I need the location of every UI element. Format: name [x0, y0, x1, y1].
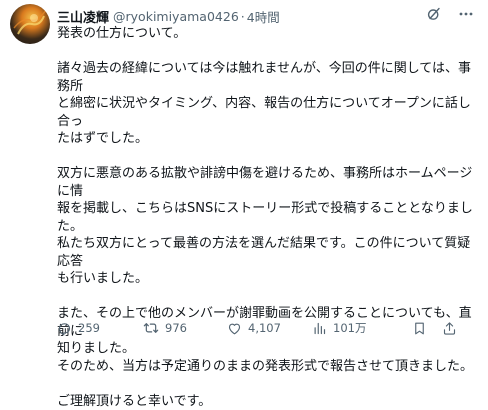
tweet-paragraph-2: 諸々過去の経緯については今は触れませんが、今回の件に関しては、事務所 と綿密に状…: [57, 60, 477, 148]
tweet-actions: 259 976 4,107 101万: [57, 318, 477, 338]
grok-icon[interactable]: [424, 4, 444, 24]
tweet-header: 三山凌輝 @ryokimiyama0426 · 4時間: [57, 6, 280, 26]
tweet-top-icons: [424, 4, 476, 24]
avatar[interactable]: [10, 4, 50, 44]
share-button[interactable]: [442, 321, 457, 336]
post-timestamp[interactable]: 4時間: [247, 7, 280, 26]
tweet-paragraph-5: ご理解頂けると幸いです。: [57, 393, 477, 410]
like-count: 4,107: [248, 321, 281, 335]
reply-count: 259: [78, 321, 100, 335]
tweet-paragraph-4: また、その上で他のメンバーが謝罪動画を公開することについても、直前に 知りました…: [57, 305, 477, 375]
like-button[interactable]: 4,107: [227, 321, 281, 336]
bookmark-icon: [412, 321, 427, 336]
repost-icon: [143, 320, 159, 336]
repost-button[interactable]: 976: [143, 320, 187, 336]
tweet-card[interactable]: 三山凌輝 @ryokimiyama0426 · 4時間 発表の仕方について。 諸…: [0, 0, 488, 342]
separator-dot: ·: [241, 9, 245, 24]
reply-button[interactable]: 259: [57, 321, 100, 336]
repost-count: 976: [165, 321, 187, 335]
heart-icon: [227, 321, 242, 336]
tweet-paragraph-3: 双方に悪意のある拡散や誹謗中傷を避けるため、事務所はホームページに情 報を掲載し…: [57, 165, 477, 288]
share-icon: [442, 321, 457, 336]
views-chart-icon: [312, 321, 327, 336]
reply-icon: [57, 321, 72, 336]
more-icon[interactable]: [456, 4, 476, 24]
user-handle[interactable]: @ryokimiyama0426: [113, 9, 239, 24]
display-name[interactable]: 三山凌輝: [57, 7, 109, 26]
bookmark-button[interactable]: [412, 321, 427, 336]
views-count: 101万: [333, 320, 366, 336]
tweet-paragraph-1: 発表の仕方について。: [57, 25, 477, 43]
tweet-text: 発表の仕方について。 諸々過去の経緯については今は触れませんが、今回の件に関して…: [57, 25, 477, 410]
views-button[interactable]: 101万: [312, 320, 366, 336]
